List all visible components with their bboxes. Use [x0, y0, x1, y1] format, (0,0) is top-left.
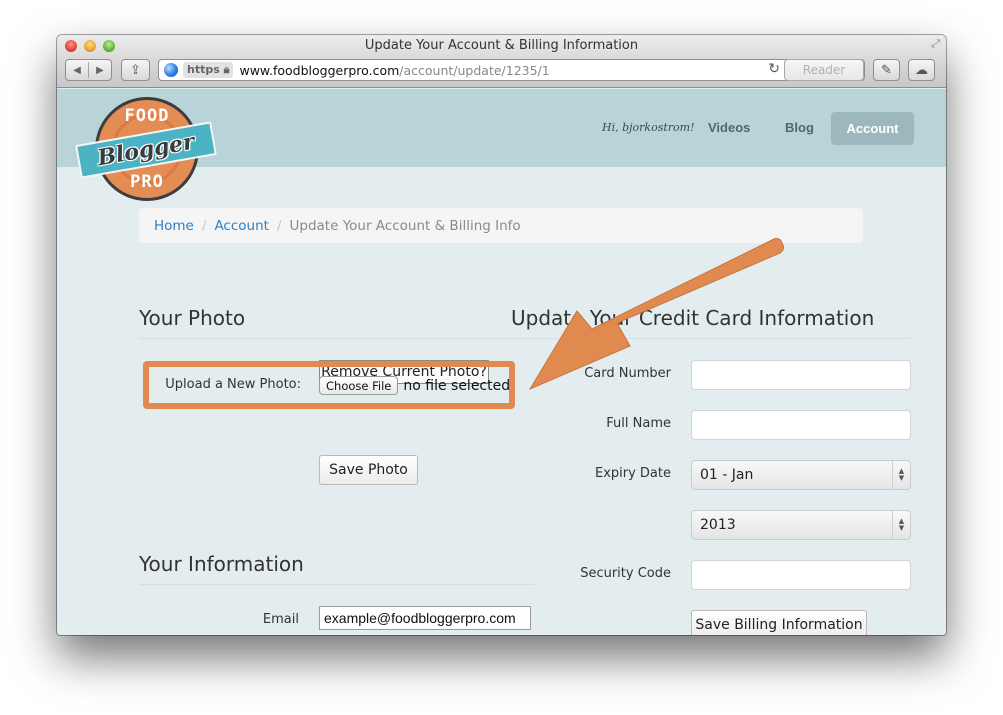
- security-code-label: Security Code: [580, 566, 671, 581]
- file-status: no file selected: [403, 377, 511, 394]
- save-billing-button[interactable]: Save Billing Information: [691, 610, 867, 635]
- annotation-arrow: [528, 238, 785, 391]
- address-bar[interactable]: https 🔒︎ www.foodbloggerpro.com/account/…: [158, 59, 865, 81]
- select-arrows-icon: ▲ ▼: [892, 511, 910, 539]
- expiry-year-select[interactable]: 2013 ▲ ▼: [691, 510, 911, 540]
- user-greeting: Hi, bjorkostrom!: [602, 121, 695, 134]
- select-arrows-icon: ▲ ▼: [892, 461, 910, 489]
- forward-button[interactable]: ▶: [89, 65, 111, 76]
- page-content: FOOD PRO Blogger Hi, bjorkostrom! Videos…: [57, 89, 946, 635]
- fullscreen-icon[interactable]: ⤢: [931, 38, 940, 51]
- full-name-field[interactable]: [691, 410, 911, 440]
- lock-icon: 🔒︎: [223, 63, 230, 76]
- site-logo[interactable]: FOOD PRO Blogger: [75, 95, 220, 207]
- breadcrumb-home[interactable]: Home: [154, 218, 194, 234]
- nav-account[interactable]: Account: [831, 112, 914, 145]
- file-input: Choose File no file selected: [319, 376, 510, 395]
- full-name-label: Full Name: [606, 416, 671, 431]
- divider: [139, 584, 535, 585]
- email-label: Email: [262, 612, 299, 627]
- logo-text-food: FOOD: [124, 106, 170, 126]
- logo-text-pro: PRO: [130, 172, 164, 192]
- expiry-month-select[interactable]: 01 - Jan ▲ ▼: [691, 460, 911, 490]
- security-code-field[interactable]: [691, 560, 911, 590]
- globe-icon: [164, 63, 178, 77]
- breadcrumb-current: Update Your Account & Billing Info: [289, 217, 521, 234]
- cloud-icon: ☁: [915, 62, 928, 77]
- breadcrumb-account[interactable]: Account: [214, 218, 269, 234]
- divider: [139, 338, 535, 339]
- url-host: www.foodbloggerpro.com: [239, 62, 400, 78]
- pen-icon: ✎: [881, 62, 892, 77]
- choose-file-button[interactable]: Choose File: [319, 376, 399, 395]
- back-button[interactable]: ◀: [66, 65, 88, 76]
- expiry-year-value: 2013: [700, 517, 736, 533]
- your-information-heading: Your Information: [139, 552, 304, 576]
- breadcrumb-separator: /: [201, 217, 207, 234]
- reload-icon[interactable]: ↻: [768, 61, 780, 77]
- expiry-month-value: 01 - Jan: [700, 467, 754, 483]
- https-badge: https 🔒︎: [183, 62, 234, 78]
- back-forward-group: ◀ ▶: [65, 59, 112, 81]
- browser-titlebar: Update Your Account & Billing Informatio…: [57, 35, 946, 88]
- icloud-button[interactable]: ☁: [908, 59, 935, 81]
- https-label: https: [187, 63, 220, 76]
- your-photo-heading: Your Photo: [139, 306, 246, 330]
- browser-window: Update Your Account & Billing Informatio…: [57, 35, 946, 635]
- pin-button[interactable]: ✎: [873, 59, 900, 81]
- share-icon: ⇪: [130, 62, 141, 77]
- nav-blog[interactable]: Blog: [785, 120, 814, 135]
- window-title: Update Your Account & Billing Informatio…: [364, 38, 639, 53]
- breadcrumb: Home / Account / Update Your Account & B…: [139, 208, 863, 243]
- breadcrumb-separator: /: [276, 217, 282, 234]
- expiry-date-label: Expiry Date: [594, 466, 671, 481]
- save-photo-button[interactable]: Save Photo: [319, 455, 418, 485]
- reader-button[interactable]: Reader: [784, 59, 864, 81]
- email-field[interactable]: example@foodbloggerpro.com: [319, 606, 531, 630]
- share-button[interactable]: ⇪: [121, 59, 150, 81]
- url-path: /account/update/1235/1: [399, 62, 550, 78]
- arrow-shape: [528, 238, 785, 391]
- nav-videos[interactable]: Videos: [708, 120, 750, 135]
- upload-photo-label: Upload a New Photo:: [165, 377, 301, 392]
